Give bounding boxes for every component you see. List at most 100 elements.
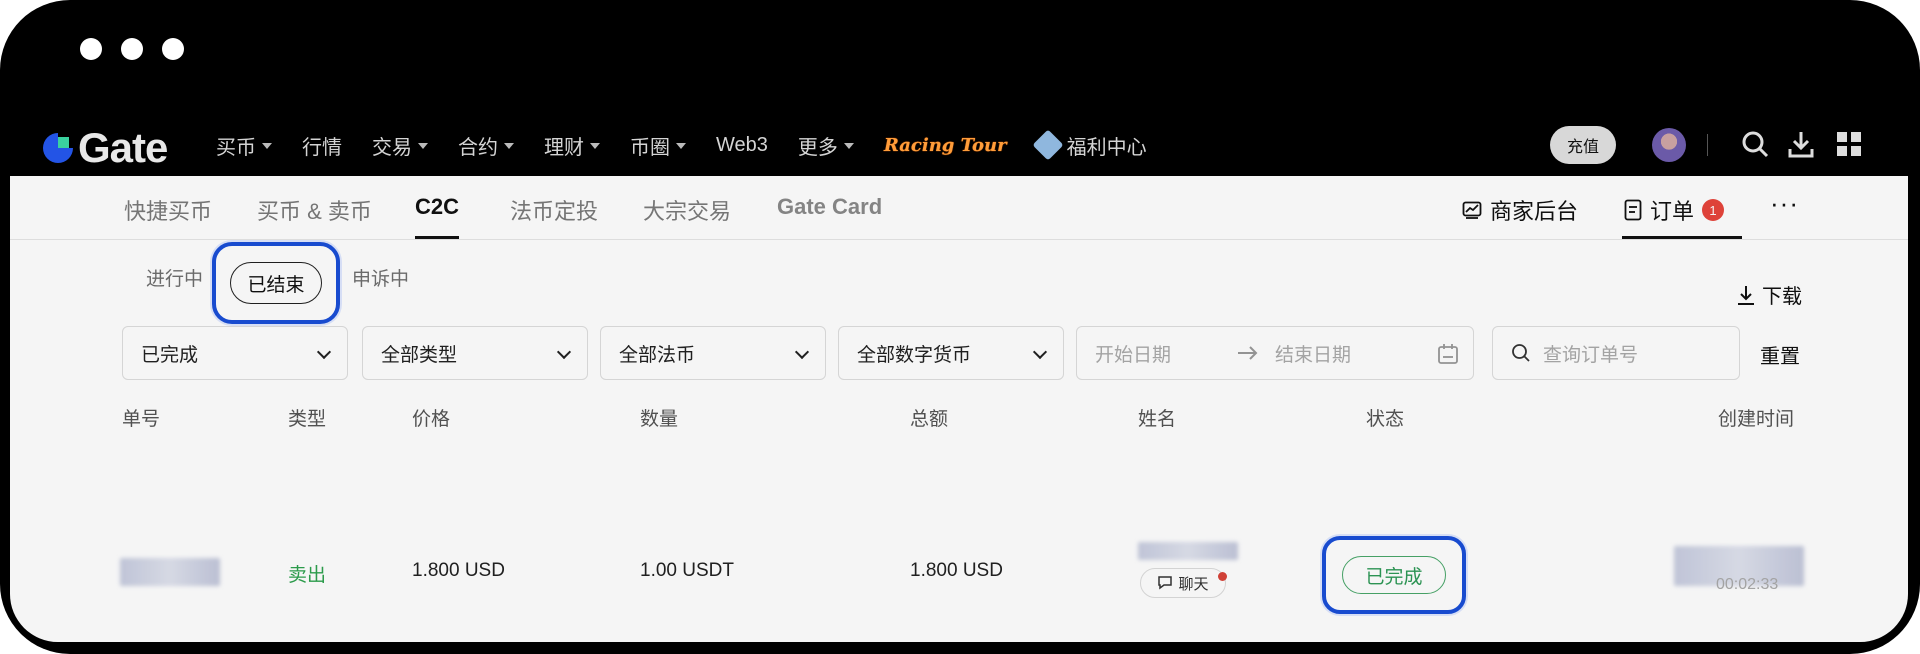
tab-appeal[interactable]: 申诉中 bbox=[352, 264, 409, 291]
nav-label: 理财 bbox=[544, 136, 584, 159]
calendar-icon[interactable] bbox=[1437, 343, 1459, 365]
search-placeholder: 查询订单号 bbox=[1543, 344, 1639, 366]
order-price: 1.800 USD bbox=[412, 560, 505, 581]
chart-icon bbox=[1462, 201, 1482, 219]
brand-name: Gate bbox=[78, 124, 168, 171]
column-header-created-time: 创建时间 bbox=[1718, 409, 1795, 430]
nav-community[interactable]: 币圈 bbox=[630, 131, 686, 160]
nav-label: 买币 bbox=[216, 136, 256, 159]
chevron-down-icon bbox=[504, 143, 514, 149]
nav-label: 合约 bbox=[458, 136, 498, 159]
highlight-box: 已完成 bbox=[1322, 536, 1466, 614]
column-header-order-no: 单号 bbox=[122, 409, 161, 430]
chat-button[interactable]: 聊天 bbox=[1140, 568, 1226, 598]
tab-quick-buy[interactable]: 快捷买币 bbox=[124, 194, 212, 226]
order-total: 1.800 USD bbox=[910, 560, 1003, 581]
start-date-field[interactable]: 开始日期 bbox=[1095, 340, 1171, 367]
end-date-field[interactable]: 结束日期 bbox=[1275, 340, 1351, 367]
status-select[interactable]: 已完成 bbox=[122, 326, 348, 380]
arrow-right-icon bbox=[1238, 346, 1258, 360]
app-screen: Gate 买币 行情 交易 合约 理财 币圈 Web3 更多 Racing To… bbox=[10, 114, 1908, 642]
cube-icon bbox=[1032, 129, 1064, 161]
nav-web3[interactable]: Web3 bbox=[716, 134, 768, 157]
chevron-down-icon bbox=[843, 143, 854, 149]
tab-c2c[interactable]: C2C bbox=[415, 194, 460, 239]
device-frame: Gate 买币 行情 交易 合约 理财 币圈 Web3 更多 Racing To… bbox=[0, 0, 1920, 654]
select-value: 全部数字货币 bbox=[857, 344, 972, 366]
document-icon bbox=[1624, 199, 1642, 221]
select-value: 全部类型 bbox=[381, 344, 458, 366]
column-header-quantity: 数量 bbox=[640, 409, 679, 430]
tab-buy-sell[interactable]: 买币 & 卖币 bbox=[257, 194, 372, 226]
chevron-down-icon bbox=[590, 143, 600, 149]
download-button[interactable]: 下载 bbox=[1736, 280, 1802, 309]
window-dot[interactable] bbox=[162, 38, 184, 60]
fiat-select[interactable]: 全部法币 bbox=[600, 326, 826, 380]
status-badge[interactable]: 已完成 bbox=[1342, 556, 1446, 594]
orders-link[interactable]: 订单 1 bbox=[1621, 194, 1743, 239]
tab-ended[interactable]: 已结束 bbox=[230, 262, 322, 304]
download-icon bbox=[1738, 285, 1754, 305]
nav-more[interactable]: 更多 bbox=[798, 131, 854, 160]
order-number-redacted[interactable] bbox=[120, 558, 220, 586]
window-controls bbox=[80, 38, 184, 60]
chevron-down-icon bbox=[418, 143, 428, 149]
window-dot[interactable] bbox=[121, 38, 143, 60]
unread-dot bbox=[1218, 572, 1227, 581]
chat-label: 聊天 bbox=[1178, 575, 1209, 593]
merchant-label: 商家后台 bbox=[1490, 199, 1579, 224]
gate-logo[interactable]: Gate bbox=[40, 124, 168, 172]
tab-block-trade[interactable]: 大宗交易 bbox=[643, 194, 731, 226]
order-search-field[interactable]: 查询订单号 bbox=[1492, 326, 1740, 380]
tab-ongoing[interactable]: 进行中 bbox=[146, 264, 203, 291]
download-label: 下载 bbox=[1762, 286, 1802, 308]
column-header-type: 类型 bbox=[288, 409, 327, 430]
orders-label: 订单 bbox=[1650, 199, 1695, 224]
search-icon[interactable] bbox=[1740, 129, 1770, 159]
counterparty-name-redacted bbox=[1138, 542, 1238, 560]
tab-fiat-dca[interactable]: 法币定投 bbox=[510, 194, 598, 226]
merchant-backend-link[interactable]: 商家后台 bbox=[1462, 194, 1578, 226]
nav-trade[interactable]: 交易 bbox=[372, 131, 428, 160]
created-time-partial: 00:02:33 bbox=[1716, 576, 1779, 593]
chevron-down-icon bbox=[676, 143, 686, 149]
order-quantity: 1.00 USDT bbox=[640, 560, 734, 581]
date-range-picker[interactable]: 开始日期 结束日期 bbox=[1076, 326, 1474, 380]
reset-button[interactable]: 重置 bbox=[1760, 340, 1800, 369]
recharge-button[interactable]: 充值 bbox=[1550, 126, 1616, 164]
chevron-down-icon bbox=[556, 344, 572, 360]
tab-gate-card[interactable]: Gate Card bbox=[777, 194, 882, 220]
nav-markets[interactable]: 行情 bbox=[302, 131, 342, 160]
nav-buy-crypto[interactable]: 买币 bbox=[216, 131, 272, 160]
grid-menu-icon[interactable] bbox=[1834, 129, 1864, 159]
nav-label: 币圈 bbox=[630, 136, 670, 159]
column-header-total: 总额 bbox=[910, 409, 949, 430]
window-dot[interactable] bbox=[80, 38, 102, 60]
chevron-down-icon bbox=[316, 344, 332, 360]
nav-label: 交易 bbox=[372, 136, 412, 159]
type-select[interactable]: 全部类型 bbox=[362, 326, 588, 380]
more-options-icon[interactable]: ··· bbox=[1770, 188, 1799, 219]
select-value: 全部法币 bbox=[619, 344, 696, 366]
nav-earn[interactable]: 理财 bbox=[544, 131, 600, 160]
nav-label: Web3 bbox=[716, 133, 768, 156]
nav-label: 行情 bbox=[302, 136, 342, 159]
highlight-box: 已结束 bbox=[212, 242, 340, 324]
chevron-down-icon bbox=[262, 143, 272, 149]
chevron-down-icon bbox=[794, 344, 810, 360]
chevron-down-icon bbox=[1032, 344, 1048, 360]
racing-tour-banner[interactable]: Racing Tour bbox=[884, 135, 1007, 156]
crypto-select[interactable]: 全部数字货币 bbox=[838, 326, 1064, 380]
gate-logo-icon bbox=[43, 133, 73, 163]
nav-futures[interactable]: 合约 bbox=[458, 131, 514, 160]
orders-count-badge: 1 bbox=[1702, 199, 1725, 221]
nav-welfare-center[interactable]: 福利中心 bbox=[1032, 129, 1147, 161]
search-icon bbox=[1512, 344, 1530, 362]
main-menu: 买币 行情 交易 合约 理财 币圈 Web3 更多 Racing Tour 福利… bbox=[216, 114, 1147, 176]
nav-label: 福利中心 bbox=[1066, 136, 1147, 159]
avatar[interactable] bbox=[1652, 128, 1686, 162]
nav-label: 更多 bbox=[797, 136, 838, 159]
column-header-status: 状态 bbox=[1366, 409, 1405, 430]
chat-icon bbox=[1158, 576, 1173, 590]
download-icon[interactable] bbox=[1786, 129, 1816, 159]
